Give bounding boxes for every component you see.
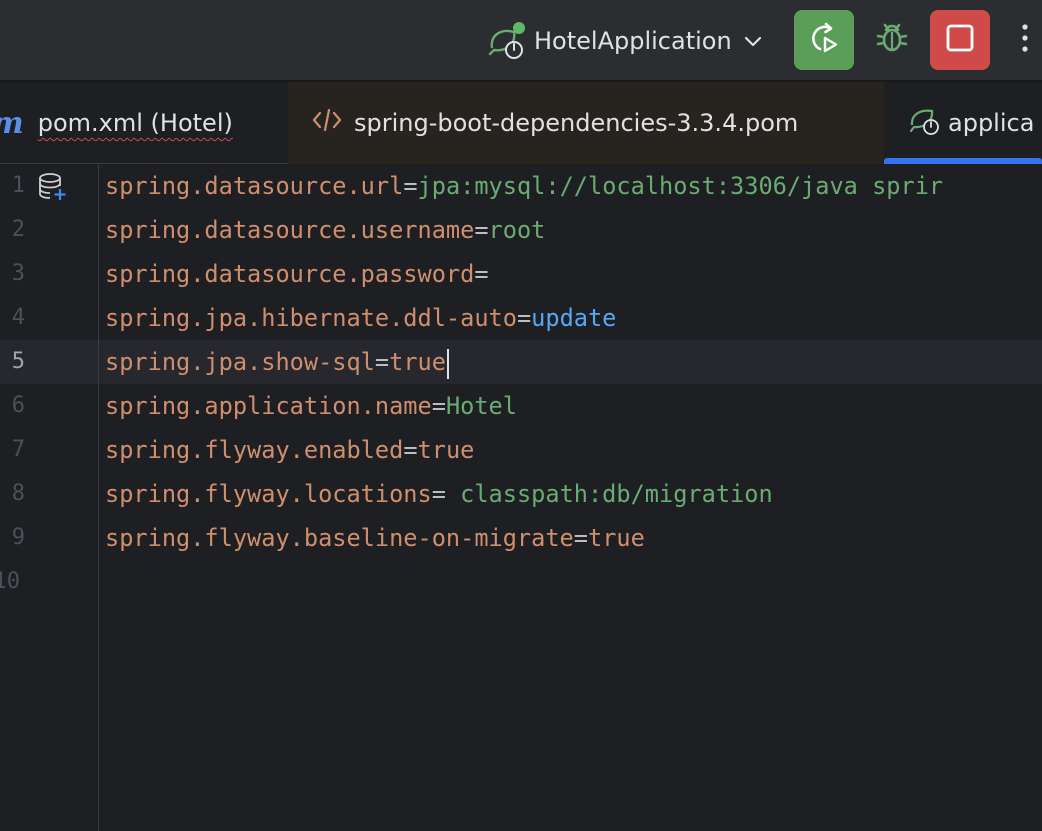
line-number: 8	[11, 481, 25, 506]
spring-boot-file-icon	[908, 103, 942, 143]
rerun-button[interactable]	[794, 10, 854, 70]
property-separator: =	[431, 392, 446, 420]
property-value: update	[531, 304, 617, 332]
tab-pom-xml[interactable]: m pom.xml (Hotel)	[0, 82, 288, 164]
line-number: 9	[11, 525, 25, 550]
property-value: root	[488, 216, 546, 244]
tab-label: pom.xml (Hotel)	[37, 109, 233, 137]
code-line[interactable]: spring.flyway.locations= classpath:db/mi…	[105, 472, 773, 516]
main-toolbar: HotelApplication	[0, 0, 1042, 80]
line-number: 10	[0, 569, 20, 594]
line-number: 6	[11, 393, 25, 418]
line-number: 2	[11, 217, 25, 242]
property-key: spring.jpa.hibernate.ddl-auto	[105, 304, 517, 332]
property-key: spring.jpa.show-sql	[105, 348, 375, 376]
property-separator: =	[374, 348, 390, 376]
property-key: spring.flyway.locations	[105, 480, 432, 508]
chevron-down-icon	[742, 30, 764, 52]
maven-icon: m	[0, 106, 24, 141]
more-actions-button[interactable]	[1008, 10, 1042, 70]
debug-bug-icon	[874, 20, 910, 60]
tab-spring-boot-dependencies[interactable]: spring-boot-dependencies-3.3.4.pom	[288, 82, 884, 164]
property-separator: =	[403, 172, 418, 200]
tab-label: applica	[948, 109, 1035, 137]
stop-button[interactable]	[930, 10, 990, 70]
property-key: spring.datasource.url	[105, 172, 404, 200]
code-editor[interactable]: 1 2 3 4 5 6 7 8 9 10 spring.datasource.url=jpa:my…	[0, 164, 1042, 831]
code-line[interactable]: spring.datasource.password=	[105, 252, 489, 296]
tab-label: spring-boot-dependencies-3.3.4.pom	[354, 109, 799, 137]
spring-boot-run-icon	[486, 18, 530, 64]
property-key: spring.flyway.baseline-on-migrate	[105, 524, 574, 552]
property-value: classpath:db/migration	[460, 480, 773, 508]
line-number: 5	[11, 349, 25, 374]
text-caret	[446, 348, 449, 379]
more-vertical-icon	[1020, 23, 1030, 57]
line-number: 4	[11, 305, 25, 330]
code-line[interactable]: spring.jpa.show-sql=true	[105, 340, 449, 384]
property-separator: =	[431, 480, 461, 508]
code-area[interactable]: spring.datasource.url=jpa:mysql://localh…	[100, 164, 1042, 831]
property-separator: =	[474, 260, 489, 288]
property-key: spring.flyway.enabled	[105, 436, 404, 464]
code-line[interactable]: spring.jpa.hibernate.ddl-auto=update	[105, 296, 616, 340]
stop-icon	[945, 23, 975, 57]
property-value: true	[587, 524, 645, 552]
property-separator: =	[474, 216, 489, 244]
rerun-icon	[806, 20, 842, 60]
line-number: 1	[11, 173, 25, 198]
debug-button[interactable]	[862, 10, 922, 70]
run-configuration-label: HotelApplication	[534, 27, 732, 55]
code-line[interactable]: spring.flyway.baseline-on-migrate=true	[105, 516, 645, 560]
property-value: Hotel	[445, 392, 517, 420]
line-number-gutter: 1 2 3 4 5 6 7 8 9 10	[0, 164, 99, 831]
code-line[interactable]: spring.datasource.url=jpa:mysql://localh…	[105, 164, 943, 208]
code-line[interactable]: spring.application.name=Hotel	[105, 384, 517, 428]
property-value: true	[417, 436, 475, 464]
property-separator: =	[516, 304, 532, 332]
property-separator: =	[573, 524, 588, 552]
property-separator: =	[403, 436, 418, 464]
code-line[interactable]: spring.flyway.enabled=true	[105, 428, 474, 472]
property-value: jpa:mysql://localhost:3306/java sprir	[417, 172, 944, 200]
xml-code-icon	[312, 107, 342, 139]
property-key: spring.datasource.password	[105, 260, 475, 288]
line-number: 7	[11, 437, 25, 462]
code-line[interactable]: spring.datasource.username=root	[105, 208, 545, 252]
editor-tab-bar: m pom.xml (Hotel) spring-boot-dependenci…	[0, 80, 1042, 164]
tab-application-properties[interactable]: applica	[884, 82, 1042, 164]
line-number: 3	[11, 261, 25, 286]
run-configuration-selector[interactable]: HotelApplication	[486, 18, 764, 64]
property-value: true	[389, 348, 446, 376]
database-add-icon[interactable]	[38, 172, 68, 202]
property-key: spring.datasource.username	[105, 216, 475, 244]
property-key: spring.application.name	[105, 392, 432, 420]
